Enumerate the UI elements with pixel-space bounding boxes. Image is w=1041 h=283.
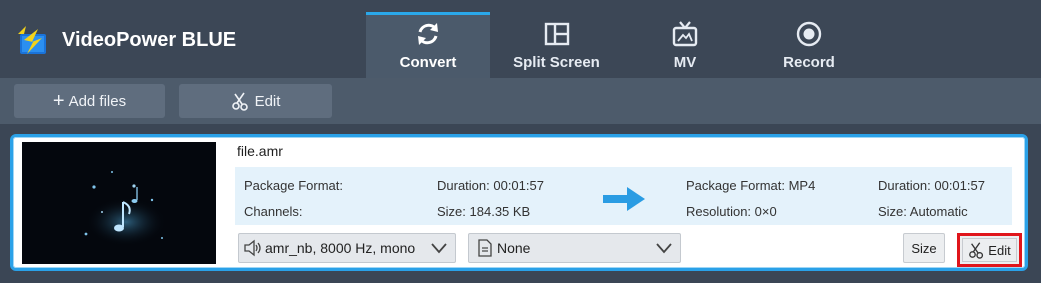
chevron-down-icon: [656, 243, 672, 254]
tab-mv-label: MV: [673, 54, 697, 71]
document-icon: [478, 239, 492, 257]
main-nav: Convert Split Screen MV Record: [366, 12, 871, 78]
edit-button-label: Edit: [988, 242, 1011, 258]
plus-icon: +: [52, 90, 65, 112]
source-package-format: Package Format:: [244, 178, 343, 193]
tab-convert[interactable]: Convert: [366, 12, 490, 78]
subtitle-value: None: [497, 240, 531, 256]
record-icon: [796, 21, 822, 47]
tab-split-screen[interactable]: Split Screen: [490, 12, 623, 78]
app-logo-icon: [18, 26, 46, 54]
music-note-thumbnail-icon: [22, 142, 216, 264]
tv-icon: [672, 21, 698, 47]
split-screen-icon: [544, 22, 569, 46]
target-duration: Duration: 00:01:57: [878, 178, 985, 193]
tab-record[interactable]: Record: [747, 12, 871, 78]
convert-arrow-icon: [603, 187, 645, 211]
toolbar-edit-label: Edit: [254, 92, 281, 110]
tab-split-screen-label: Split Screen: [513, 54, 600, 71]
audio-track-select[interactable]: amr_nb, 8000 Hz, mono: [238, 233, 456, 263]
edit-button[interactable]: Edit: [957, 233, 1022, 267]
tab-convert-label: Convert: [399, 54, 457, 71]
target-package-format: Package Format: MP4: [686, 178, 816, 193]
chevron-down-icon: [431, 243, 447, 254]
file-name: file.amr: [237, 143, 283, 159]
source-duration: Duration: 00:01:57: [437, 178, 544, 193]
size-button[interactable]: Size: [903, 233, 945, 263]
refresh-icon: [418, 23, 438, 45]
add-files-button[interactable]: + Add files: [14, 84, 165, 118]
video-thumbnail: [22, 142, 216, 264]
subtitle-select[interactable]: None: [468, 233, 681, 263]
source-size: Size: 184.35 KB: [437, 204, 531, 219]
target-resolution: Resolution: 0×0: [686, 204, 777, 219]
source-channels: Channels:: [244, 204, 303, 219]
tab-mv[interactable]: MV: [623, 12, 747, 78]
tab-record-label: Record: [783, 54, 835, 71]
brand: VideoPower BLUE: [14, 20, 236, 60]
target-size: Size: Automatic: [878, 204, 968, 219]
scissors-icon: [231, 92, 248, 111]
file-item-card[interactable]: file.amr Package Format: Channels: Durat…: [10, 134, 1028, 271]
toolbar-edit-button[interactable]: Edit: [179, 84, 332, 118]
scissors-icon: [969, 242, 984, 259]
audio-track-value: amr_nb, 8000 Hz, mono: [265, 240, 416, 256]
app-title: VideoPower BLUE: [62, 28, 237, 51]
add-files-label: Add files: [68, 92, 127, 110]
app-header: VideoPower BLUE Convert Split Screen MV …: [0, 0, 1041, 78]
speaker-icon: [244, 239, 261, 257]
toolbar: + Add files Edit: [0, 78, 1041, 124]
